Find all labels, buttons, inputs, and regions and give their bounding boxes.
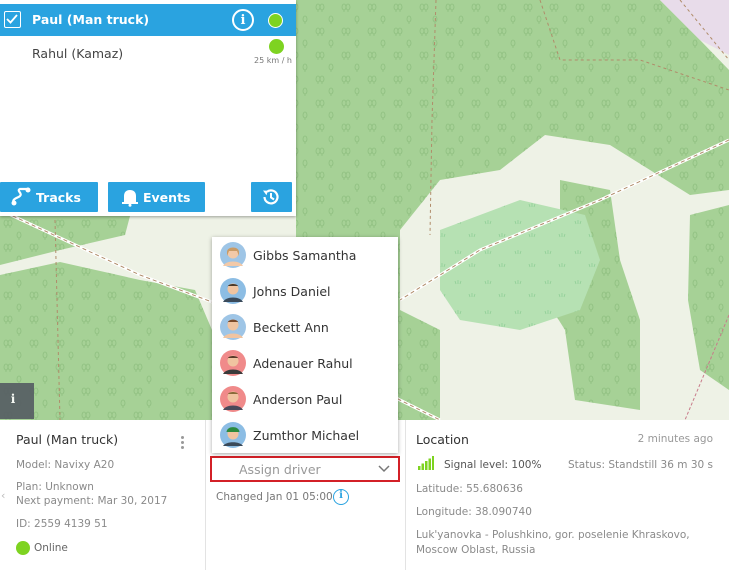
status-online-icon (268, 13, 283, 28)
object-next-payment: Next payment: Mar 30, 2017 (16, 495, 168, 507)
object-id: ID: 2559 4139 51 (16, 518, 108, 530)
avatar-icon (220, 386, 246, 412)
object-model: Model: Navixy A20 (16, 459, 115, 471)
more-menu-icon[interactable] (181, 436, 184, 451)
object-name: Paul (Man truck) (32, 12, 150, 27)
signal-icon (418, 456, 434, 470)
object-plan: Plan: Unknown (16, 481, 94, 493)
driver-option[interactable]: Johns Daniel (212, 273, 398, 309)
info-icon: i (10, 392, 16, 406)
events-button[interactable]: Events (108, 182, 205, 212)
events-label: Events (143, 190, 191, 205)
object-row-rahul[interactable]: Rahul (Kamaz) 25 km / h (0, 36, 296, 72)
driver-option[interactable]: Zumthor Michael (212, 417, 398, 453)
location-title: Location (416, 432, 469, 447)
location-time-ago: 2 minutes ago (637, 433, 713, 445)
object-info-card: ‹ Paul (Man truck) Model: Navixy A20 Pla… (0, 420, 206, 570)
object-checkbox[interactable] (4, 11, 21, 28)
checkmark-icon (6, 14, 18, 24)
bell-icon (122, 190, 138, 207)
route-icon (11, 187, 31, 206)
driver-dropdown: Gibbs Samantha Johns Daniel Beckett Ann … (212, 237, 398, 453)
online-status-icon (16, 541, 30, 555)
signal-level: Signal level: 100% (444, 459, 542, 471)
object-card-title: Paul (Man truck) (16, 432, 119, 447)
driver-option[interactable]: Adenauer Rahul (212, 345, 398, 381)
longitude: Longitude: 38.090740 (416, 506, 532, 518)
driver-option[interactable]: Gibbs Samantha (212, 237, 398, 273)
driver-option[interactable]: Beckett Ann (212, 309, 398, 345)
tracks-button[interactable]: Tracks (0, 182, 98, 212)
object-status: Online (34, 542, 68, 554)
avatar-icon (220, 242, 246, 268)
driver-option[interactable]: Anderson Paul (212, 381, 398, 417)
tracks-label: Tracks (36, 190, 81, 205)
status-online-icon (269, 39, 284, 54)
object-name: Rahul (Kamaz) (32, 46, 124, 61)
info-icon[interactable]: i (232, 9, 254, 31)
history-button[interactable] (251, 182, 292, 212)
location-card: Location 2 minutes ago Signal level: 100… (406, 420, 729, 570)
object-list-panel: Paul (Man truck) i Rahul (Kamaz) 25 km /… (0, 0, 296, 216)
driver-changed-time: Changed Jan 01 05:00 (216, 491, 333, 503)
assign-driver-placeholder: Assign driver (239, 462, 321, 477)
assign-driver-select[interactable]: Assign driver (210, 456, 400, 482)
avatar-icon (220, 314, 246, 340)
history-icon (263, 189, 279, 205)
avatar-icon (220, 278, 246, 304)
latitude: Latitude: 55.680636 (416, 483, 523, 495)
info-icon[interactable]: i (333, 489, 349, 505)
avatar-icon (220, 350, 246, 376)
chevron-left-icon[interactable]: ‹ (1, 489, 5, 502)
object-speed: 25 km / h (254, 56, 292, 65)
side-info-tab[interactable]: i (0, 383, 34, 419)
address-line-1: Luk'yanovka - Polushkino, gor. poselenie… (416, 529, 690, 541)
object-row-paul[interactable]: Paul (Man truck) i (0, 4, 296, 36)
movement-status: Status: Standstill 36 m 30 s (568, 459, 713, 471)
chevron-down-icon (378, 465, 390, 473)
address-line-2: Moscow Oblast, Russia (416, 544, 536, 556)
avatar-icon (220, 422, 246, 448)
